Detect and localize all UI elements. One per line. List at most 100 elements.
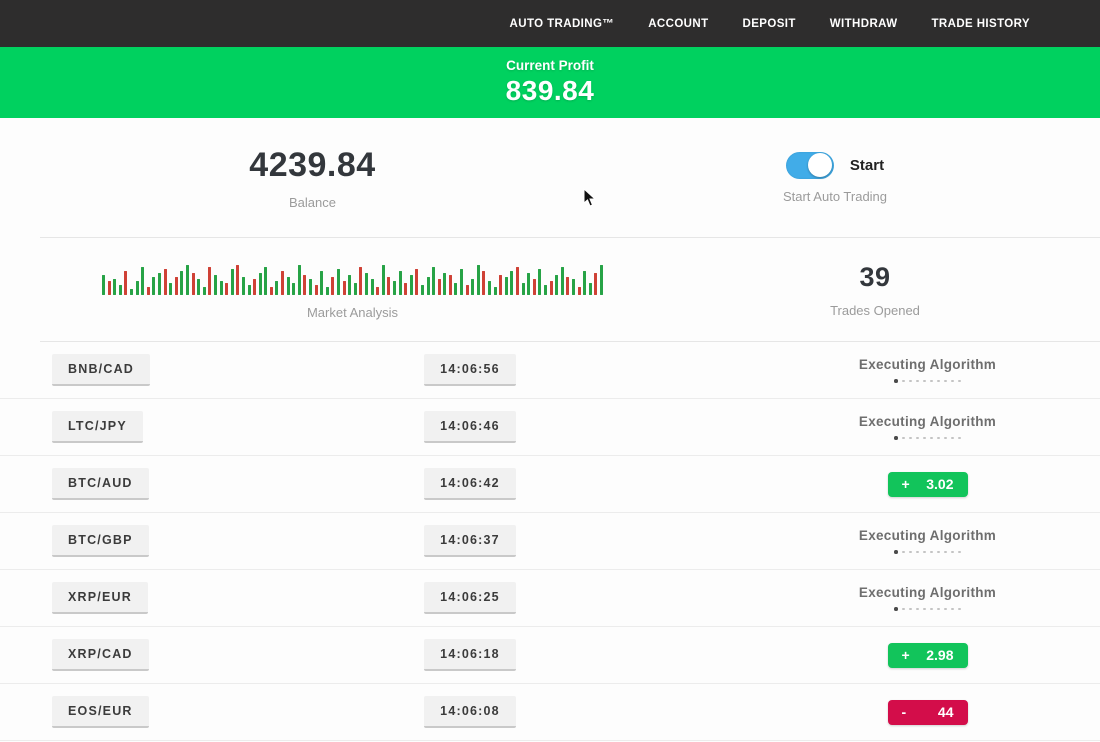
candle-up <box>561 267 564 295</box>
nav-item-trade-history[interactable]: TRADE HISTORY <box>932 18 1031 30</box>
candle-up <box>427 277 430 295</box>
candle-up <box>600 265 603 295</box>
progress-dots <box>894 550 961 554</box>
progress-dot <box>909 551 912 554</box>
nav-item-account[interactable]: ACCOUNT <box>648 18 708 30</box>
candle-up <box>309 279 312 295</box>
candle-up <box>421 285 424 295</box>
candle-down <box>315 285 318 295</box>
pair-badge: BTC/GBP <box>52 525 149 557</box>
nav-item-auto-trading[interactable]: AUTO TRADING™ <box>510 18 615 30</box>
market-section: Market Analysis 39 Trades Opened <box>40 237 1100 341</box>
progress-dot <box>930 551 933 554</box>
trades-list: BNB/CAD14:06:56Executing AlgorithmLTC/JP… <box>40 341 1100 741</box>
candle-down <box>147 287 150 295</box>
candle-up <box>214 275 217 295</box>
toggle-label: Start <box>850 157 884 174</box>
progress-dot <box>916 608 919 611</box>
progress-dot <box>909 437 912 440</box>
candle-up <box>494 287 497 295</box>
candle-down <box>303 275 306 295</box>
progress-dot <box>916 380 919 383</box>
candle-down <box>482 271 485 295</box>
progress-dots <box>894 607 961 611</box>
profit-value: 3.02 <box>926 476 953 492</box>
progress-dot <box>937 551 940 554</box>
candle-down <box>387 277 390 295</box>
loss-badge: - 44 <box>888 700 968 725</box>
balance-section: 4239.84 Balance Start Start Auto Trading <box>0 118 1100 237</box>
candle-down <box>404 283 407 295</box>
market-analysis-chart <box>102 259 603 295</box>
balance-block: 4239.84 Balance <box>0 146 625 210</box>
progress-dot <box>944 551 947 554</box>
progress-dot <box>902 551 905 554</box>
candle-up <box>538 269 541 295</box>
candle-down <box>331 277 334 295</box>
nav-item-deposit[interactable]: DEPOSIT <box>743 18 796 30</box>
profit-value: 2.98 <box>926 647 953 663</box>
candle-up <box>583 271 586 295</box>
auto-trading-toggle[interactable] <box>786 152 834 179</box>
candle-up <box>348 275 351 295</box>
trade-time-badge: 14:06:08 <box>424 696 516 728</box>
candle-down <box>253 279 256 295</box>
trade-row-xrp-cad: XRP/CAD14:06:18+2.98 <box>0 627 1100 684</box>
current-profit-value: 839.84 <box>506 75 595 107</box>
progress-dot <box>902 380 905 383</box>
candle-up <box>544 285 547 295</box>
trade-time-badge: 14:06:37 <box>424 525 516 557</box>
progress-dot <box>894 436 898 440</box>
toggle-knob <box>808 153 832 177</box>
profit-badge: +3.02 <box>888 472 968 497</box>
candle-up <box>432 267 435 295</box>
candle-down <box>566 277 569 295</box>
progress-dot <box>937 437 940 440</box>
candle-up <box>337 269 340 295</box>
trade-row-xrp-eur: XRP/EUR14:06:25Executing Algorithm <box>0 570 1100 627</box>
current-profit-label: Current Profit <box>506 58 594 73</box>
trade-status-cell: +3.02 <box>710 472 1100 497</box>
candle-up <box>220 281 223 295</box>
candle-up <box>527 273 530 295</box>
progress-dot <box>951 437 954 440</box>
progress-dot <box>923 437 926 440</box>
candle-up <box>488 281 491 295</box>
progress-dot <box>923 380 926 383</box>
auto-trading-label: Start Auto Trading <box>783 189 887 204</box>
candle-up <box>555 275 558 295</box>
candle-down <box>192 273 195 295</box>
candle-up <box>298 265 301 295</box>
trade-status-cell: Executing Algorithm <box>710 357 1100 383</box>
candle-up <box>522 283 525 295</box>
candle-up <box>113 279 116 295</box>
candle-up <box>382 265 385 295</box>
nav-item-withdraw[interactable]: WITHDRAW <box>830 18 898 30</box>
progress-dot <box>951 551 954 554</box>
trade-row-eos-eur: EOS/EUR14:06:08-44 <box>0 684 1100 741</box>
candle-down <box>359 267 362 295</box>
current-profit-banner: Current Profit 839.84 <box>0 47 1100 118</box>
candle-down <box>124 271 127 295</box>
trade-status-cell: Executing Algorithm <box>710 528 1100 554</box>
candle-down <box>594 273 597 295</box>
progress-dot <box>894 550 898 554</box>
candle-down <box>270 287 273 295</box>
progress-dot <box>944 380 947 383</box>
trade-row-btc-aud: BTC/AUD14:06:42+3.02 <box>0 456 1100 513</box>
candle-up <box>259 273 262 295</box>
candle-down <box>449 275 452 295</box>
progress-dot <box>944 608 947 611</box>
progress-dot <box>909 380 912 383</box>
profit-sign: - <box>902 704 907 720</box>
candle-down <box>175 277 178 295</box>
market-analysis-block: Market Analysis <box>40 259 665 320</box>
progress-dot <box>902 437 905 440</box>
profit-value: 44 <box>938 704 954 720</box>
progress-dot <box>958 380 961 383</box>
candle-up <box>471 279 474 295</box>
trade-time-badge: 14:06:18 <box>424 639 516 671</box>
candle-down <box>550 281 553 295</box>
progress-dot <box>930 437 933 440</box>
candle-up <box>326 287 329 295</box>
